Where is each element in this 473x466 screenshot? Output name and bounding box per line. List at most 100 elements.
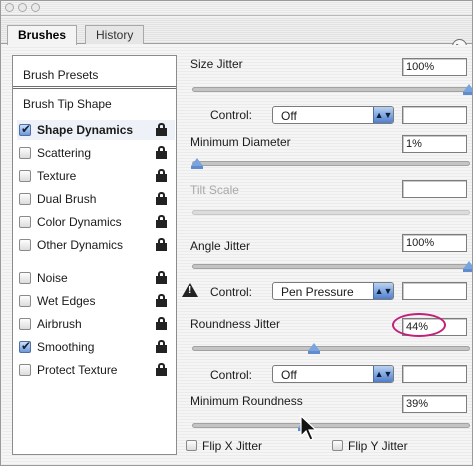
warning-icon (182, 283, 198, 297)
angle-jitter-slider[interactable] (192, 261, 472, 272)
title-bar (1, 1, 472, 16)
control-size-field[interactable] (402, 106, 467, 124)
list-item-noise[interactable]: Noise (17, 268, 175, 288)
flip-y-label: Flip Y Jitter (348, 439, 408, 453)
tilt-scale-slider (192, 210, 470, 215)
flip-x-checkbox[interactable] (186, 440, 197, 451)
angle-jitter-field[interactable]: 100% (402, 234, 467, 252)
list-item-airbrush[interactable]: Airbrush (17, 314, 175, 334)
list-item-protect-texture[interactable]: Protect Texture (17, 360, 175, 380)
control-label: Control: (210, 368, 253, 382)
color-dynamics-checkbox[interactable] (19, 216, 31, 228)
list-item-other-dynamics[interactable]: Other Dynamics (17, 235, 175, 255)
select-value: Off (281, 368, 297, 382)
lock-icon[interactable] (156, 271, 167, 284)
updown-arrows-icon: ▲▼ (373, 366, 393, 382)
control-select-size[interactable]: Off ▲▼ (272, 106, 394, 124)
list-item-label: Shape Dynamics (37, 123, 134, 137)
wet-edges-checkbox[interactable] (19, 295, 31, 307)
control-angle-field[interactable] (402, 282, 467, 300)
select-value: Pen Pressure (281, 285, 354, 299)
size-jitter-slider[interactable] (192, 84, 472, 95)
panel-body: Brush Presets Brush Tip Shape Shape Dyna… (2, 45, 472, 465)
zoom-window-button[interactable] (31, 3, 40, 12)
shape-dynamics-settings: Size Jitter 100% Control: Off ▲▼ Minimum… (182, 45, 472, 465)
texture-checkbox[interactable] (19, 170, 31, 182)
highlight-ellipse (392, 313, 446, 337)
brush-options-list: Brush Presets Brush Tip Shape Shape Dyna… (12, 55, 177, 455)
dual-brush-checkbox[interactable] (19, 193, 31, 205)
brushes-panel: Brushes History ▶ Brush Presets Brush Ti… (0, 0, 473, 466)
slider-thumb[interactable] (463, 261, 472, 272)
noise-checkbox[interactable] (19, 272, 31, 284)
lock-icon[interactable] (156, 363, 167, 376)
lock-icon[interactable] (156, 215, 167, 228)
smoothing-checkbox[interactable] (19, 339, 31, 353)
control-select-roundness[interactable]: Off ▲▼ (272, 365, 394, 383)
list-item-shape-dynamics[interactable]: Shape Dynamics (17, 120, 175, 140)
control-roundness-field[interactable] (402, 365, 467, 383)
slider-thumb[interactable] (463, 84, 472, 95)
updown-arrows-icon: ▲▼ (373, 107, 393, 123)
mouse-pointer-icon (300, 415, 318, 441)
list-item-label: Wet Edges (37, 294, 96, 308)
list-item-label: Smoothing (37, 340, 95, 354)
control-select-angle[interactable]: Pen Pressure ▲▼ (272, 282, 394, 300)
flip-x-label: Flip X Jitter (202, 439, 263, 453)
lock-icon[interactable] (156, 317, 167, 330)
list-item-label: Protect Texture (37, 363, 118, 377)
list-item-label: Other Dynamics (37, 238, 124, 252)
size-jitter-field[interactable]: 100% (402, 58, 467, 76)
close-window-button[interactable] (5, 3, 14, 12)
list-item-color-dynamics[interactable]: Color Dynamics (17, 212, 175, 232)
list-item-texture[interactable]: Texture (17, 166, 175, 186)
tilt-scale-label: Tilt Scale (190, 183, 239, 197)
lock-icon[interactable] (156, 192, 167, 205)
lock-icon[interactable] (156, 123, 167, 136)
scattering-checkbox[interactable] (19, 147, 31, 159)
list-item-label: Texture (37, 169, 77, 183)
size-jitter-label: Size Jitter (190, 57, 243, 71)
protect-texture-checkbox[interactable] (19, 364, 31, 376)
lock-icon[interactable] (156, 169, 167, 182)
control-label: Control: (210, 108, 253, 122)
list-item-label: Dual Brush (37, 192, 97, 206)
lock-icon[interactable] (156, 238, 167, 251)
shape-dynamics-checkbox[interactable] (19, 122, 31, 136)
slider-thumb[interactable] (191, 158, 203, 169)
flip-y-checkbox[interactable] (332, 440, 343, 451)
other-dynamics-checkbox[interactable] (19, 239, 31, 251)
lock-icon[interactable] (156, 294, 167, 307)
list-item-label: Noise (37, 271, 68, 285)
list-item-label: Airbrush (37, 317, 82, 331)
control-label: Control: (210, 285, 253, 299)
list-item-wet-edges[interactable]: Wet Edges (17, 291, 175, 311)
min-roundness-label: Minimum Roundness (190, 394, 303, 408)
min-roundness-slider[interactable] (192, 420, 470, 431)
tilt-scale-field[interactable] (402, 180, 467, 198)
roundness-jitter-label: Roundness Jitter (190, 317, 281, 331)
list-item-scattering[interactable]: Scattering (17, 143, 175, 163)
airbrush-checkbox[interactable] (19, 318, 31, 330)
list-item-smoothing[interactable]: Smoothing (17, 337, 175, 357)
min-diameter-field[interactable]: 1% (402, 135, 467, 153)
min-diameter-label: Minimum Diameter (190, 135, 291, 149)
updown-arrows-icon: ▲▼ (373, 283, 393, 299)
list-item-dual-brush[interactable]: Dual Brush (17, 189, 175, 209)
min-roundness-field[interactable]: 39% (402, 395, 467, 413)
tab-brushes[interactable]: Brushes (7, 25, 78, 45)
brush-tip-shape-item[interactable]: Brush Tip Shape (23, 97, 112, 111)
slider-thumb[interactable] (308, 343, 320, 354)
tab-history[interactable]: History (85, 25, 145, 44)
list-item-label: Scattering (37, 146, 92, 160)
lock-icon[interactable] (156, 340, 167, 353)
minimize-window-button[interactable] (18, 3, 27, 12)
brush-presets-item[interactable]: Brush Presets (13, 56, 176, 89)
lock-icon[interactable] (156, 146, 167, 159)
roundness-jitter-slider[interactable] (192, 343, 470, 354)
angle-jitter-label: Angle Jitter (190, 239, 251, 253)
tab-bar: Brushes History ▶ (1, 17, 472, 54)
min-diameter-slider[interactable] (191, 158, 470, 169)
select-value: Off (281, 109, 297, 123)
list-item-label: Color Dynamics (37, 215, 122, 229)
